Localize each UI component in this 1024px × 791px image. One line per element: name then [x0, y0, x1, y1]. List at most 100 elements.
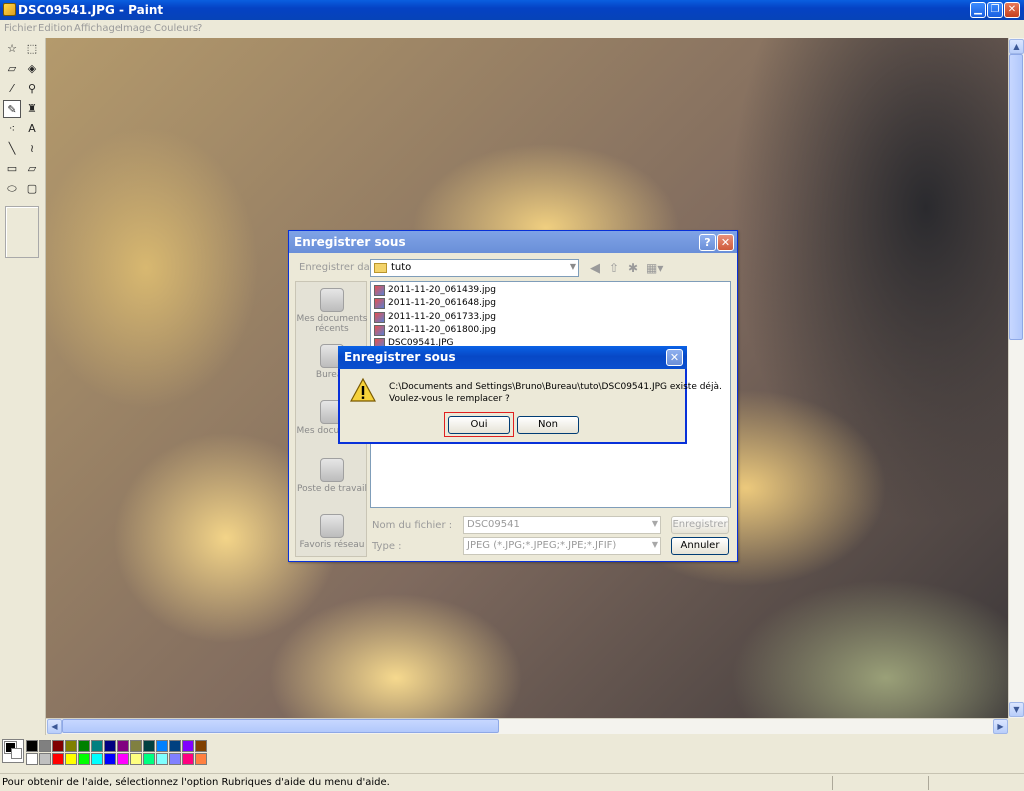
close-button[interactable]: ✕ [1004, 2, 1020, 18]
list-item[interactable]: 2011-11-20_061733.jpg [374, 311, 496, 324]
scroll-left-arrow-icon[interactable]: ◀ [47, 719, 62, 734]
jpg-file-icon [374, 285, 385, 296]
cancel-button[interactable]: Annuler [671, 537, 729, 555]
color-swatch[interactable] [182, 753, 194, 765]
color-swatch[interactable] [104, 753, 116, 765]
polygon-icon[interactable]: ▱ [23, 160, 41, 178]
curve-icon[interactable]: ≀ [23, 140, 41, 158]
title-bar: DSC09541.JPG - Paint ▁ ❐ ✕ [0, 0, 1024, 20]
fill-icon[interactable]: ◈ [23, 60, 41, 78]
file-type-select[interactable]: JPEG (*.JPG;*.JPEG;*.JPE;*.JFIF) ▼ [463, 537, 661, 555]
filename-label: Nom du fichier : [372, 520, 453, 531]
save-in-combo[interactable]: tuto ▼ [370, 259, 579, 277]
up-folder-icon[interactable]: ⇧ [609, 261, 619, 275]
folder-icon [374, 263, 387, 273]
color-swatch[interactable] [78, 740, 90, 752]
color-swatch[interactable] [117, 753, 129, 765]
minimize-button[interactable]: ▁ [970, 2, 986, 18]
scroll-down-arrow-icon[interactable]: ▼ [1009, 702, 1024, 717]
color-swatch[interactable] [195, 753, 207, 765]
color-swatch[interactable] [130, 753, 142, 765]
color-swatch[interactable] [156, 740, 168, 752]
chevron-down-icon: ▼ [651, 519, 658, 528]
color-swatch[interactable] [65, 753, 77, 765]
color-swatch[interactable] [65, 740, 77, 752]
new-folder-icon[interactable]: ✱ [628, 261, 638, 275]
ellipse-icon[interactable]: ⬭ [3, 180, 21, 198]
brush-icon[interactable]: ♜ [23, 100, 41, 118]
color-swatch[interactable] [52, 753, 64, 765]
rect-select-icon[interactable]: ⬚ [23, 40, 41, 58]
color-swatch[interactable] [169, 753, 181, 765]
rectangle-icon[interactable]: ▭ [3, 160, 21, 178]
window-title: DSC09541.JPG - Paint [18, 3, 164, 17]
warning-icon [350, 377, 376, 402]
color-swatch[interactable] [104, 740, 116, 752]
airbrush-icon[interactable]: ⁖ [3, 120, 21, 138]
place-network[interactable]: Favoris réseau [296, 514, 368, 550]
color-swatch[interactable] [143, 753, 155, 765]
scroll-corner [1008, 718, 1024, 734]
menu-affichage[interactable]: Affichage [74, 23, 121, 34]
tool-options-box[interactable] [5, 206, 39, 258]
scroll-right-arrow-icon[interactable]: ▶ [993, 719, 1008, 734]
color-swatch[interactable] [52, 740, 64, 752]
scroll-up-arrow-icon[interactable]: ▲ [1009, 39, 1024, 54]
color-swatch[interactable] [91, 740, 103, 752]
color-picker-icon[interactable]: ⁄ [3, 80, 21, 98]
save-dialog-close-icon[interactable]: ✕ [717, 234, 734, 251]
help-question-icon[interactable]: ? [699, 234, 716, 251]
menu-fichier[interactable]: Fichier [4, 23, 37, 34]
color-swatch[interactable] [195, 740, 207, 752]
confirm-dialog-close-icon[interactable]: ✕ [666, 349, 683, 366]
toolbox: ☆ ⬚ ▱ ◈ ⁄ ⚲ ✎ ♜ ⁖ A ╲ ≀ ▭ ▱ ⬭ ▢ [0, 38, 46, 735]
confirm-message: C:\Documents and Settings\Bruno\Bureau\t… [389, 381, 722, 405]
save-button[interactable]: Enregistrer [671, 516, 729, 534]
menu-image[interactable]: Image [120, 23, 151, 34]
color-swatch[interactable] [169, 740, 181, 752]
place-my-computer[interactable]: Poste de travail [296, 458, 368, 494]
magnifier-icon[interactable]: ⚲ [23, 80, 41, 98]
horizontal-scroll-thumb[interactable] [62, 719, 499, 733]
menu-bar: Fichier Edition Affichage Image Couleurs… [0, 20, 1024, 38]
color-swatch[interactable] [91, 753, 103, 765]
back-arrow-icon[interactable]: ◀ [590, 261, 600, 276]
vertical-scroll-thumb[interactable] [1009, 54, 1023, 340]
pencil-icon[interactable]: ✎ [3, 100, 21, 118]
color-swatch[interactable] [182, 740, 194, 752]
chevron-down-icon: ▼ [569, 262, 576, 271]
menu-edition[interactable]: Edition [38, 23, 73, 34]
status-text: Pour obtenir de l'aide, sélectionnez l'o… [2, 777, 390, 788]
color-swatch[interactable] [156, 753, 168, 765]
color-swatch[interactable] [78, 753, 90, 765]
color-swatch[interactable] [39, 753, 51, 765]
restore-button[interactable]: ❐ [987, 2, 1003, 18]
no-button[interactable]: Non [517, 416, 579, 434]
eraser-icon[interactable]: ▱ [3, 60, 21, 78]
free-select-icon[interactable]: ☆ [3, 40, 21, 58]
menu-couleurs[interactable]: Couleurs [154, 23, 198, 34]
color-swatch[interactable] [143, 740, 155, 752]
list-item[interactable]: 2011-11-20_061648.jpg [374, 297, 496, 310]
list-item[interactable]: 2011-11-20_061800.jpg [374, 324, 496, 337]
place-recent[interactable]: Mes documents récents [296, 288, 368, 334]
menu-help[interactable]: ? [197, 23, 202, 34]
text-icon[interactable]: A [23, 120, 41, 138]
confirm-dialog-title-bar: Enregistrer sous ✕ [338, 346, 687, 369]
filename-value: DSC09541 [467, 519, 520, 530]
filename-input[interactable]: DSC09541 ▼ [463, 516, 661, 534]
yes-button[interactable]: Oui [448, 416, 510, 434]
list-item[interactable]: 2011-11-20_061439.jpg [374, 284, 496, 297]
line-icon[interactable]: ╲ [3, 140, 21, 158]
rounded-rect-icon[interactable]: ▢ [23, 180, 41, 198]
current-folder: tuto [391, 262, 412, 273]
color-swatch[interactable] [39, 740, 51, 752]
recent-documents-icon [320, 288, 344, 312]
color-swatch[interactable] [117, 740, 129, 752]
jpg-file-icon [374, 312, 385, 323]
jpg-file-icon [374, 325, 385, 336]
color-swatch[interactable] [26, 740, 38, 752]
color-swatch[interactable] [130, 740, 142, 752]
views-menu-icon[interactable]: ▦▾ [646, 261, 663, 275]
color-swatch[interactable] [26, 753, 38, 765]
